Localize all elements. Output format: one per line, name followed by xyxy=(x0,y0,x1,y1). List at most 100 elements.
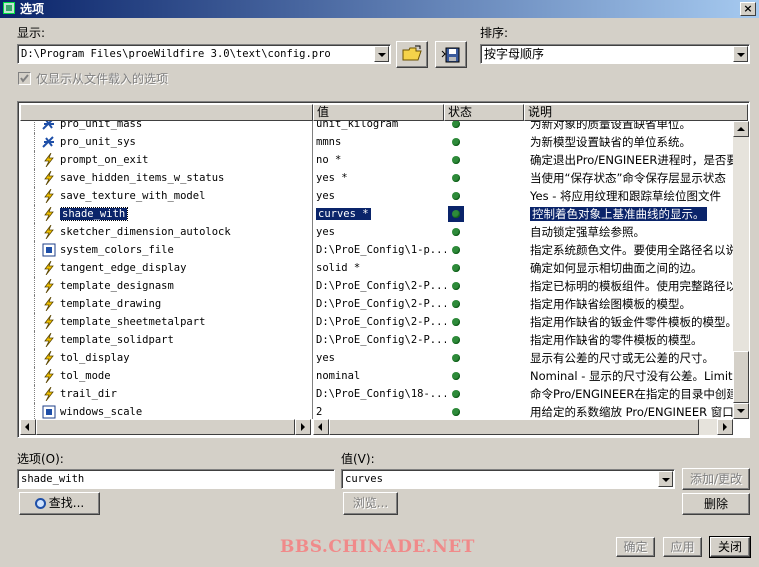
table-row[interactable]: template_designasm D:\ProE_Config\2-P... 指… xyxy=(20,277,733,295)
vertical-scroll-thumb[interactable] xyxy=(733,351,749,403)
display-label: 显示: xyxy=(17,26,46,40)
find-button[interactable]: 查找... xyxy=(19,492,100,515)
tree-line xyxy=(34,223,35,241)
scroll-up-button[interactable] xyxy=(733,121,749,137)
option-value: no * xyxy=(316,154,342,166)
vertical-scrollbar[interactable] xyxy=(733,121,749,419)
apply-button[interactable]: 应用 xyxy=(663,537,702,557)
scroll-right-button[interactable] xyxy=(717,419,733,435)
ok-button[interactable]: 确定 xyxy=(616,537,655,557)
option-value: yes * xyxy=(316,172,348,184)
scroll-left-button[interactable] xyxy=(20,419,36,435)
option-name: shade_with xyxy=(60,207,129,221)
table-row[interactable]: tol_mode nominal Nominal - 显示的尺寸没有公差。Limit… xyxy=(20,367,733,385)
option-description: 确定如何显示相切曲面之间的边。 xyxy=(530,261,703,275)
status-dot-icon xyxy=(452,210,460,218)
scroll-left-button[interactable] xyxy=(313,419,329,435)
table-row[interactable]: save_texture_with_model yes Yes - 将应用纹理和跟踪… xyxy=(20,187,733,205)
delete-button[interactable]: 删除 xyxy=(682,493,750,515)
tree-line xyxy=(34,403,35,419)
value-select-value: curves xyxy=(345,473,383,485)
status-dot-icon xyxy=(452,174,460,182)
horizontal-scrollbar-right[interactable] xyxy=(313,419,733,435)
option-description: 显示有公差的尺寸或无公差的尺寸。 xyxy=(530,351,714,365)
table-row[interactable]: tol_display yes 显示有公差的尺寸或无公差的尺寸。 xyxy=(20,349,733,367)
table-row[interactable]: pro_unit_mass unit_kilogram 为新对象的质量设置缺省单位。 xyxy=(20,121,733,133)
tree-line xyxy=(34,133,35,151)
column-header-description[interactable]: 说明 xyxy=(524,104,748,121)
table-row[interactable]: template_drawing D:\ProE_Config\2-P... 指定用… xyxy=(20,295,733,313)
close-window-button[interactable]: × xyxy=(740,2,756,16)
option-value: D:\ProE_Config\18-... xyxy=(316,388,446,400)
table-row[interactable]: save_hidden_items_w_status yes * 当使用“保存状态”… xyxy=(20,169,733,187)
add-change-button[interactable]: 添加/更改 xyxy=(682,468,750,490)
option-value: yes xyxy=(316,190,335,202)
horizontal-scrollbar-left[interactable] xyxy=(20,419,311,435)
option-name: windows_scale xyxy=(60,406,143,418)
chevron-down-icon[interactable] xyxy=(374,46,389,62)
tree-line xyxy=(34,169,35,187)
checkmark-icon xyxy=(20,74,29,83)
table-row[interactable]: pro_unit_sys mmns 为新模型设置缺省的单位系统。 xyxy=(20,133,733,151)
option-value: D:\ProE_Config\2-P... xyxy=(316,298,446,310)
close-button[interactable]: 关闭 xyxy=(709,536,751,558)
option-description: 命令Pro/ENGINEER在指定的目录中创建跟 xyxy=(530,387,733,401)
column-header-name[interactable] xyxy=(20,104,313,121)
tree-line xyxy=(34,349,35,367)
tree-line xyxy=(34,313,35,331)
lightning-icon xyxy=(42,152,56,168)
chevron-down-icon[interactable] xyxy=(733,46,748,62)
option-description: Yes - 将应用纹理和跟踪草绘位图文件 xyxy=(530,189,722,203)
open-file-button[interactable] xyxy=(396,41,428,68)
table-row[interactable]: template_solidpart D:\ProE_Config\2-P... 指… xyxy=(20,331,733,349)
config-file-select[interactable]: D:\Program Files\proeWildfire 3.0\text\c… xyxy=(17,44,391,64)
folder-open-icon xyxy=(402,45,422,61)
scroll-down-button[interactable] xyxy=(733,403,749,419)
table-row[interactable]: prompt_on_exit no * 确定退出Pro/ENGINEER进程时，是否… xyxy=(20,151,733,169)
status-dot-icon xyxy=(452,192,460,200)
option-name: save_texture_with_model xyxy=(60,190,206,202)
value-select[interactable]: curves xyxy=(341,469,675,489)
table-row[interactable]: tangent_edge_display solid * 确定如何显示相切曲面之间的… xyxy=(20,259,733,277)
status-dot-icon xyxy=(452,300,460,308)
horizontal-scroll-thumb-right[interactable] xyxy=(329,419,699,435)
table-row[interactable]: windows_scale 2 用给定的系数缩放 Pro/ENGINEER 窗口。 xyxy=(20,403,733,419)
status-dot-icon xyxy=(452,156,460,164)
option-value: D:\ProE_Config\2-P... xyxy=(316,334,446,346)
horizontal-scroll-thumb-left[interactable] xyxy=(36,419,295,435)
sort-select[interactable]: 按字母顺序 xyxy=(480,44,750,64)
show-loaded-checkbox[interactable] xyxy=(18,72,31,85)
chevron-down-icon[interactable] xyxy=(658,471,673,487)
option-input[interactable]: shade_with xyxy=(17,469,335,489)
table-row[interactable]: system_colors_file D:\ProE_Config\1-p... 指… xyxy=(20,241,733,259)
column-header-status[interactable]: 状态 xyxy=(444,104,524,121)
option-description: 为新模型设置缺省的单位系统。 xyxy=(530,135,691,149)
option-name: system_colors_file xyxy=(60,244,174,256)
table-row[interactable]: trail_dir D:\ProE_Config\18-... 命令Pro/ENGI… xyxy=(20,385,733,403)
config-file-value: D:\Program Files\proeWildfire 3.0\text\c… xyxy=(21,48,331,60)
title-bar[interactable]: 选项 × xyxy=(0,0,759,18)
column-header-value[interactable]: 值 xyxy=(313,104,444,121)
close-icon: × xyxy=(743,2,753,15)
file-icon xyxy=(42,243,56,257)
save-file-button[interactable] xyxy=(435,41,467,68)
browse-button[interactable]: 浏览... xyxy=(343,492,398,515)
lightning-icon xyxy=(42,170,56,186)
status-dot-icon xyxy=(452,372,460,380)
status-dot-icon xyxy=(452,138,460,146)
tree-line xyxy=(34,331,35,349)
option-value: nominal xyxy=(316,370,361,382)
option-value: 2 xyxy=(316,406,323,418)
tree-line xyxy=(34,367,35,385)
options-list[interactable]: 值 状态 说明 pro_unit_mass unit_kilogram 为新对象的质… xyxy=(17,101,750,438)
option-description: 自动锁定强草绘参照。 xyxy=(530,225,645,239)
lightning-icon xyxy=(42,278,56,294)
option-name: trail_dir xyxy=(60,388,117,400)
table-row[interactable]: sketcher_dimension_autolock yes 自动锁定强草绘参照。 xyxy=(20,223,733,241)
option-name: save_hidden_items_w_status xyxy=(60,172,225,184)
lightning-icon xyxy=(42,260,56,276)
option-value: solid * xyxy=(316,262,361,274)
table-row[interactable]: template_sheetmetalpart D:\ProE_Config\2-… xyxy=(20,313,733,331)
scroll-right-button[interactable] xyxy=(295,419,311,435)
table-row[interactable]: shade_with curves * 控制着色对象上基准曲线的显示。 xyxy=(20,205,733,223)
